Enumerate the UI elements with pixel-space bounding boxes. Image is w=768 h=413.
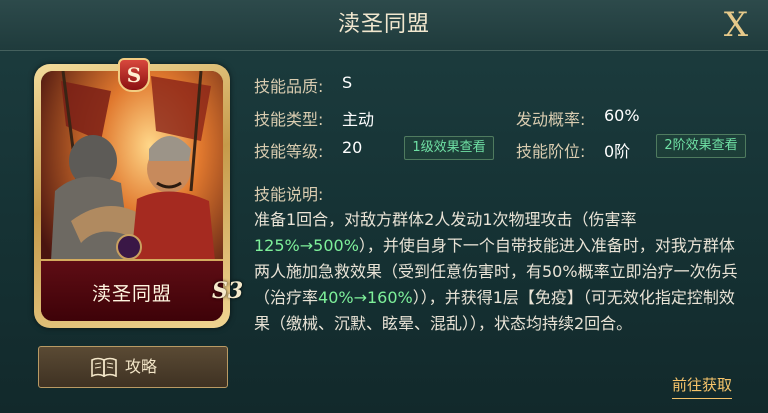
trigger-chance-label: 发动概率: bbox=[516, 110, 586, 129]
rank-effect-view-button[interactable]: 2阶效果查看 bbox=[656, 134, 746, 158]
damage-rate-highlight: 125%→500% bbox=[254, 236, 359, 255]
book-icon bbox=[91, 357, 117, 377]
skill-card-art-frame: 渎圣同盟 bbox=[41, 71, 223, 321]
skill-description: 准备1回合，对敌方群体2人发动1次物理攻击（伤害率125%→500%），并使自身… bbox=[254, 207, 750, 337]
skill-rank-label: 技能阶位: bbox=[516, 142, 586, 161]
star-rank-mark: S3 bbox=[212, 278, 244, 304]
skill-card: 渎圣同盟 S3 bbox=[34, 64, 243, 328]
page-title: 渎圣同盟 bbox=[337, 12, 430, 37]
grade-badge: S bbox=[118, 58, 150, 92]
skill-description-label: 技能说明: bbox=[254, 185, 324, 204]
description-text-1: 准备1回合，对敌方群体2人发动1次物理攻击（伤害率 bbox=[254, 210, 637, 229]
close-button[interactable]: X bbox=[716, 6, 756, 44]
skill-quality-label: 技能品质: bbox=[254, 77, 324, 96]
skill-detail-panel: 渎圣同盟 X 渎圣同盟 S3 S 攻略 技能品质: S 技能类型: 主动 发动概… bbox=[0, 0, 768, 413]
skill-rank-value: 0阶 bbox=[604, 142, 631, 161]
guide-button[interactable]: 攻略 bbox=[38, 346, 228, 388]
guide-button-label: 攻略 bbox=[125, 357, 158, 376]
trigger-chance-value: 60% bbox=[604, 106, 640, 125]
go-obtain-link[interactable]: 前往获取 bbox=[672, 374, 733, 399]
skill-quality-value: S bbox=[342, 73, 353, 92]
heal-rate-highlight: 40%→160% bbox=[318, 288, 413, 307]
skill-level-value: 20 bbox=[342, 138, 363, 157]
skill-type-value: 主动 bbox=[342, 110, 375, 129]
faction-emblem-icon bbox=[116, 234, 142, 260]
skill-type-label: 技能类型: bbox=[254, 110, 324, 129]
skill-level-label: 技能等级: bbox=[254, 142, 324, 161]
level-effect-view-button[interactable]: 1级效果查看 bbox=[404, 136, 494, 160]
card-name: 渎圣同盟 bbox=[91, 283, 172, 305]
